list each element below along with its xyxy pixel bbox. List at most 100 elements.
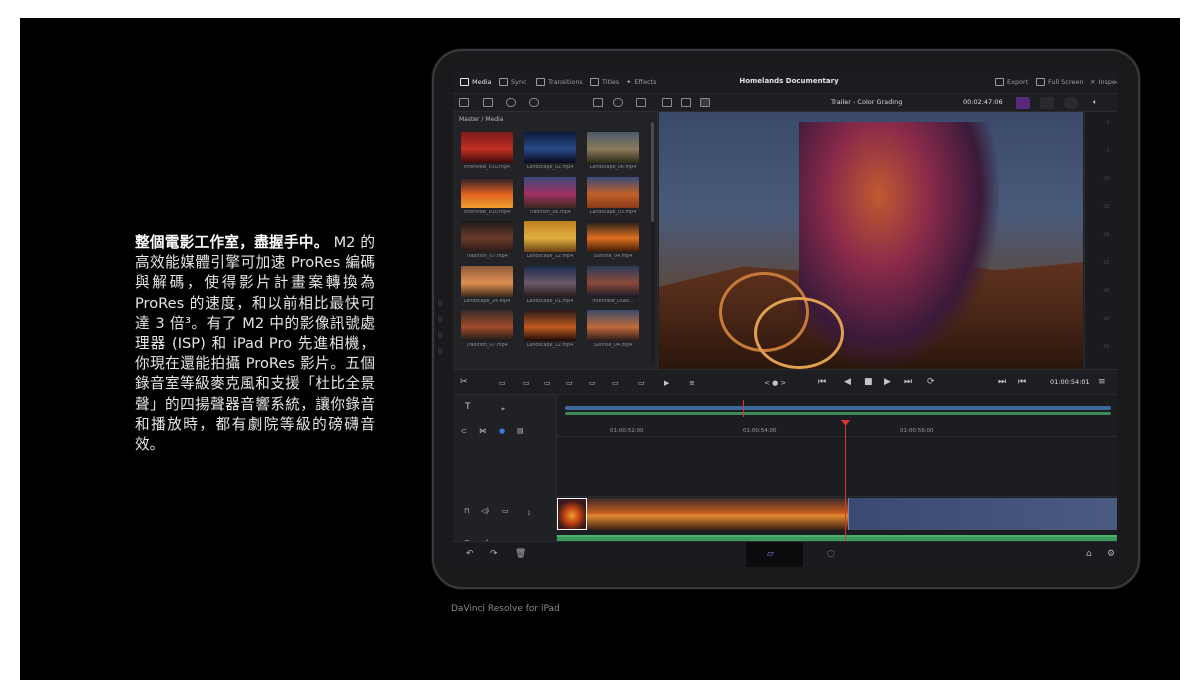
media-thumbnail[interactable]: Landscape_12.mp4 [524, 221, 576, 261]
media-thumbnail[interactable]: Interview_010.mp4 [461, 176, 513, 217]
viewer-mode-icon[interactable] [700, 98, 710, 107]
export-button[interactable]: Export [995, 76, 1028, 88]
volume-icon[interactable]: 🔈︎ [1093, 97, 1097, 107]
timeline-name[interactable]: Trailer - Color Grading [831, 98, 902, 106]
color-page-icon[interactable]: ◌ [827, 549, 835, 559]
settings-icon[interactable]: ⚙︎ [1107, 549, 1115, 559]
blade-tool-icon[interactable]: ✂︎ [460, 377, 468, 387]
timeline-overview-audio[interactable] [565, 412, 1111, 415]
replace-clip-icon[interactable]: ▭ [544, 378, 551, 388]
media-thumbnail[interactable]: Landscape_24.mp4 [461, 265, 513, 306]
redo-icon[interactable]: ↷ [490, 549, 498, 559]
ruler-label: 01:00:52:00 [610, 428, 644, 434]
video-clip-sunset[interactable] [557, 498, 848, 530]
menu-icon[interactable]: ≡ [1098, 377, 1106, 387]
media-thumbnail[interactable]: Landscape_01.mp4 [524, 265, 576, 306]
color-wheel-icon[interactable] [1064, 97, 1078, 109]
lock-icon[interactable]: ⊓ [464, 506, 469, 516]
color-tool-icon[interactable] [1016, 97, 1030, 109]
append-icon[interactable]: ▭ [638, 378, 645, 388]
tab-media[interactable]: Media [460, 76, 492, 88]
thumbnail-image [461, 221, 513, 252]
media-thumbnail[interactable]: Interview_010.mp4 [461, 132, 513, 172]
feature-copy: 整個電影工作室，盡握手中。 M2 的高效能媒體引擎可加速 ProRes 編碼與解… [135, 233, 375, 455]
mixer-icon[interactable]: ≡ [689, 378, 695, 388]
new-bin-icon[interactable] [483, 98, 493, 107]
feature-lead: 整個電影工作室，盡握手中。 [135, 234, 329, 251]
delete-icon[interactable]: 🗑︎ [515, 549, 526, 559]
prev-frame-icon[interactable]: ⏮ [1018, 377, 1026, 387]
link-toggle-icon[interactable]: ⋈ [479, 426, 486, 436]
media-thumbnail[interactable]: Sunrise_04.mp4 [587, 221, 639, 261]
cursor-tool-icon[interactable]: ⌖ [501, 404, 505, 414]
timeline-ruler[interactable]: 01:00:52:00 01:00:54:00 01:00:56:00 [557, 427, 1117, 437]
tab-effects[interactable]: ✦ Effects [626, 76, 657, 88]
sort-icon[interactable] [636, 98, 646, 107]
transform-icon[interactable] [1040, 97, 1054, 109]
cut-page-icon[interactable]: ▱ [767, 549, 774, 559]
tab-transitions[interactable]: Transitions [536, 76, 583, 88]
search-icon[interactable] [613, 98, 623, 107]
fit-to-fill-icon[interactable]: ▭ [566, 378, 573, 388]
loop-icon[interactable]: ⟳ [927, 377, 935, 387]
media-thumbnail[interactable]: Landscape_12.mp4 [524, 310, 576, 350]
thumbnail-label: Landscape_24.mp4 [463, 298, 511, 304]
video-track-icon[interactable]: ▭ [502, 506, 509, 516]
media-thumbnail[interactable]: Tradition_07.mp4 [461, 221, 513, 261]
thumbnail-label: Landscape_12.mp4 [526, 254, 574, 259]
media-thumbnail[interactable]: Landscape_06.mp4 [587, 132, 639, 172]
text-tool-icon[interactable]: T [465, 402, 471, 412]
marker-icon[interactable]: ● [499, 426, 505, 436]
next-frame-icon[interactable]: ⏭ [998, 377, 1006, 387]
overwrite-clip-icon[interactable]: ▭ [523, 378, 530, 388]
place-on-top-icon[interactable]: ▭ [589, 378, 596, 388]
selected-clip-thumbnail[interactable] [557, 498, 587, 530]
track-view-icon[interactable]: ▤ [517, 426, 524, 436]
go-to-start-icon[interactable]: ⏮ [818, 377, 826, 387]
breadcrumb[interactable]: Master / Media [459, 116, 503, 123]
go-to-end-icon[interactable]: ⏭ [904, 377, 912, 387]
media-thumbnail[interactable]: Interview_Dusk... [587, 265, 639, 306]
thumbnail-image [461, 265, 513, 297]
video-track-number: 1 [527, 510, 531, 517]
viewer-mode-icon[interactable] [681, 98, 691, 107]
panel-toggle-icon[interactable] [459, 98, 469, 107]
unlink-icon[interactable] [529, 98, 539, 107]
media-scrollbar-thumb[interactable] [651, 122, 654, 222]
thumbnail-label: Sunrise_04.mp4 [593, 254, 633, 259]
insert-clip-icon[interactable]: ▭ [499, 378, 506, 388]
viewer-mode-icon[interactable] [662, 98, 672, 107]
reverse-play-icon[interactable]: ◀ [844, 377, 851, 387]
home-icon[interactable]: ⌂ [1086, 549, 1092, 559]
page-indicator[interactable]: < ● > [764, 378, 786, 388]
undo-icon[interactable]: ↶ [466, 549, 474, 559]
cut-page-button[interactable] [746, 542, 803, 567]
media-thumbnail[interactable]: Tradition_06.mp4 [524, 176, 576, 217]
snapping-icon[interactable]: ⊂ [461, 426, 467, 436]
media-thumbnail[interactable]: Tradition_07.mp4 [461, 310, 513, 350]
image-caption: DaVinci Resolve for iPad [451, 604, 560, 614]
tab-sync[interactable]: Sync [499, 76, 527, 88]
stop-icon[interactable]: ■ [864, 377, 873, 387]
playhead[interactable] [845, 422, 846, 541]
video-viewer[interactable] [659, 112, 1083, 369]
overview-playhead[interactable] [743, 400, 744, 417]
media-thumbnail[interactable]: Landscape_02.mp4 [524, 132, 576, 172]
titles-icon [590, 78, 599, 86]
video-clip-dancer[interactable] [848, 498, 1117, 530]
timeline-overview-video[interactable] [565, 406, 1111, 410]
speaker-icon[interactable]: ◁) [481, 506, 489, 516]
tab-titles[interactable]: Titles [590, 76, 619, 88]
link-icon[interactable] [506, 98, 516, 107]
media-thumbnail[interactable]: Sunrise_04.mp4 [587, 310, 639, 350]
fullscreen-button[interactable]: Full Screen [1036, 76, 1084, 88]
render-icon[interactable]: ▶ [664, 378, 669, 388]
ripple-overwrite-icon[interactable]: ▭ [612, 378, 619, 388]
thumbnail-image [524, 221, 576, 252]
media-thumbnail[interactable]: Landscape_03.mp4 [587, 176, 639, 217]
play-icon[interactable]: ▶ [884, 377, 891, 387]
grid-view-icon[interactable] [593, 98, 603, 107]
tab-label: Effects [634, 78, 657, 86]
ipad-side-button [438, 332, 443, 338]
inspector-button[interactable]: ✕Inspector [1090, 76, 1117, 88]
